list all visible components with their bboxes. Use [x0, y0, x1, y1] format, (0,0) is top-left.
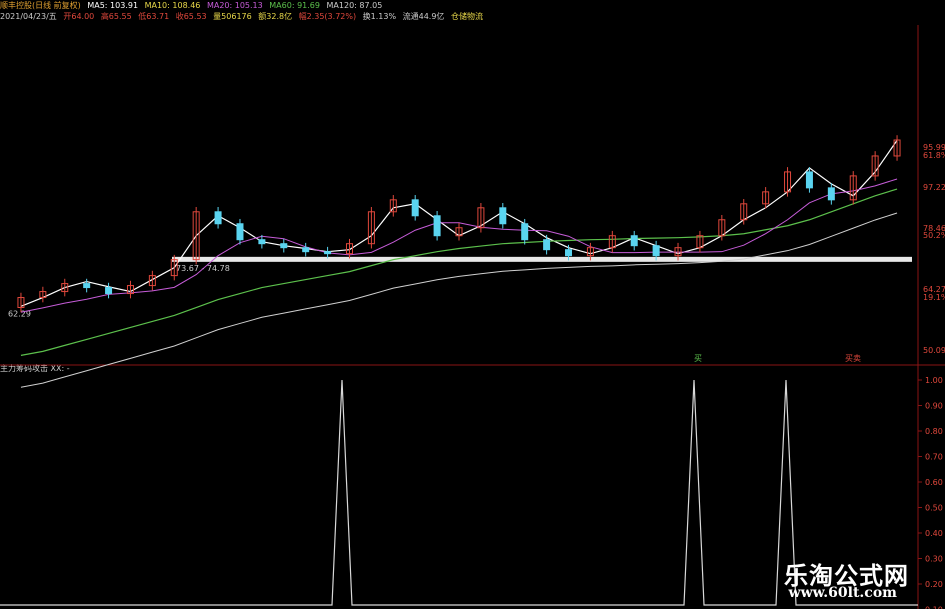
watermark-url: www.60lt.com	[788, 585, 897, 601]
stock-chart: 95.9961.8%97.2278.4650.2%64.2719.1%50.09…	[0, 25, 945, 609]
candle-body	[543, 239, 551, 251]
sub-y-tick-label: 0.50	[925, 504, 943, 513]
main-y-tick-label: 97.22	[923, 183, 945, 192]
sub-y-tick-label: 0.70	[925, 453, 943, 462]
candle-body	[236, 223, 244, 241]
candle-body	[805, 171, 813, 189]
candle-body	[324, 251, 332, 255]
support-band	[172, 256, 912, 262]
candle-body	[83, 283, 91, 289]
candle-body	[214, 211, 222, 225]
candle-body	[565, 249, 573, 257]
sub-y-tick-label: 1.00	[925, 376, 943, 385]
candle-body	[302, 247, 310, 253]
sub-y-tick-label: 0.90	[925, 402, 943, 411]
main-y-tick-label: 19.1%	[923, 293, 945, 302]
main-y-tick-label: 50.09	[923, 346, 945, 355]
candle-body	[521, 223, 529, 241]
sub-y-tick-label: 0.30	[925, 555, 943, 564]
candle-body	[280, 243, 288, 249]
candle-body	[258, 239, 266, 245]
signal-marker-buysell: 买卖	[845, 354, 861, 363]
xx-indicator-line	[0, 379, 918, 606]
sub-y-tick-label: 0.20	[925, 580, 943, 589]
main-y-tick-label: 61.8%	[923, 151, 945, 160]
sub-y-tick-label: 0.40	[925, 529, 943, 538]
candle-body	[411, 199, 419, 217]
sub-y-tick-label: 0.10	[925, 606, 943, 609]
sub-y-tick-label: 0.80	[925, 427, 943, 436]
candle-body	[827, 187, 835, 201]
sub-y-tick-label: 0.60	[925, 478, 943, 487]
candle-body	[433, 215, 441, 237]
candle-body	[499, 207, 507, 225]
candle-body	[652, 245, 660, 257]
candle-body	[630, 235, 638, 247]
main-y-tick-label: 50.2%	[923, 231, 945, 240]
candle-body	[105, 287, 113, 295]
signal-marker-buy: 买	[694, 354, 702, 363]
